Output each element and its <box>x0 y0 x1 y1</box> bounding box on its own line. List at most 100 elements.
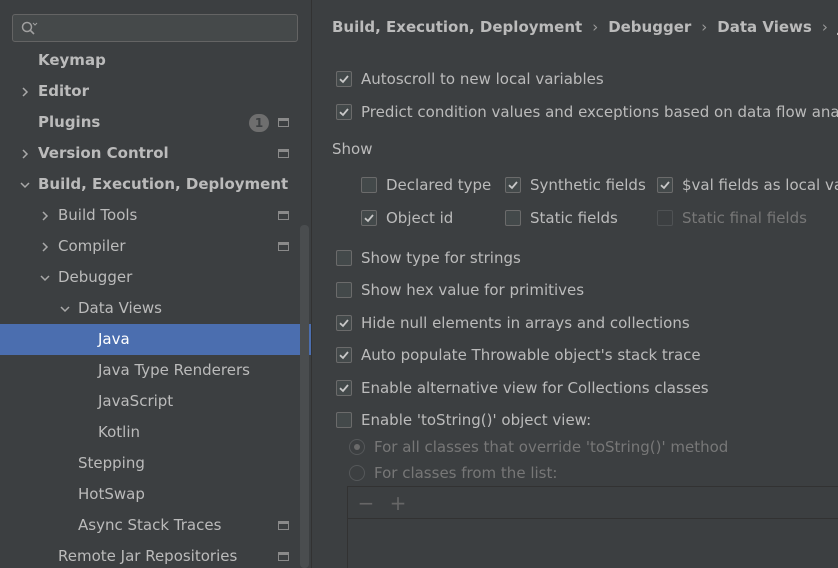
sidebar-item-async-stack-traces[interactable]: Async Stack Traces <box>0 510 311 541</box>
predict-condition-checkbox[interactable]: Predict condition values and exceptions … <box>336 103 838 121</box>
search-field[interactable] <box>12 14 298 42</box>
checkbox-box <box>336 104 352 120</box>
show-hex-value-for-primitives-checkbox[interactable]: Show hex value for primitives <box>336 281 584 299</box>
synthetic-fields-checkbox[interactable]: Synthetic fields <box>505 176 646 194</box>
sidebar-item-java[interactable]: Java <box>0 324 311 355</box>
checkbox-label: Predict condition values and exceptions … <box>361 103 838 121</box>
show-section-title: Show <box>332 140 373 158</box>
checkbox-box <box>336 315 352 331</box>
checkbox-box <box>336 412 352 428</box>
sidebar-item-debugger[interactable]: Debugger <box>0 262 311 293</box>
checkbox-label: Static final fields <box>682 209 807 227</box>
checkbox-label: $val fields as local variables <box>682 176 838 194</box>
chevron-right-icon[interactable] <box>38 200 52 231</box>
chevron-down-icon[interactable] <box>18 169 32 200</box>
show-type-for-strings-checkbox[interactable]: Show type for strings <box>336 249 521 267</box>
search-icon <box>21 21 38 35</box>
chevron-right-icon[interactable] <box>18 138 32 169</box>
checkbox-label: Synthetic fields <box>530 176 646 194</box>
sidebar-item-hotswap[interactable]: HotSwap <box>0 479 311 510</box>
checkbox-label: Auto populate Throwable object's stack t… <box>361 346 701 364</box>
sidebar-item-label: Java <box>98 330 130 348</box>
remove-icon[interactable]: − <box>356 493 376 513</box>
sidebar-item-label: Version Control <box>38 144 169 162</box>
sidebar-item-javascript[interactable]: JavaScript <box>0 386 311 417</box>
sidebar-item-build-execution-deployment[interactable]: Build, Execution, Deployment <box>0 169 311 200</box>
project-settings-icon <box>278 521 289 530</box>
sidebar-item-label: Stepping <box>78 454 145 472</box>
settings-content: Build, Execution, Deployment › Debugger › Da… <box>312 0 838 568</box>
class-list-panel[interactable]: − + <box>347 486 838 568</box>
sidebar-item-label: Editor <box>38 82 89 100</box>
sidebar-item-data-views[interactable]: Data Views <box>0 293 311 324</box>
checkbox-box <box>657 210 673 226</box>
sidebar-item-keymap[interactable]: Keymap <box>0 45 311 76</box>
chevron-right-icon: › <box>821 18 828 36</box>
checkbox-label: Declared type <box>386 176 492 194</box>
chevron-right-icon[interactable] <box>18 76 32 107</box>
checkbox-box <box>336 250 352 266</box>
checkbox-box <box>505 177 521 193</box>
autoscroll-checkbox[interactable]: Autoscroll to new local variables <box>336 70 604 88</box>
sidebar-item-remote-jar-repositories[interactable]: Remote Jar Repositories <box>0 541 311 568</box>
checkbox-label: Autoscroll to new local variables <box>361 70 604 88</box>
val-fields-as-local-variables-checkbox[interactable]: $val fields as local variables <box>657 176 838 194</box>
search-input[interactable] <box>43 18 287 40</box>
project-settings-icon <box>278 118 289 127</box>
radio-label: For classes from the list: <box>374 464 558 482</box>
sidebar-item-label: Build, Execution, Deployment <box>38 175 289 193</box>
sidebar-scrollbar[interactable] <box>300 225 309 568</box>
breadcrumb-item: Build, Execution, Deployment <box>332 18 583 36</box>
sidebar-item-java-type-renderers[interactable]: Java Type Renderers <box>0 355 311 386</box>
breadcrumb-item: Data Views <box>717 18 812 36</box>
sidebar-item-plugins[interactable]: Plugins 1 <box>0 107 311 138</box>
checkbox-label: Object id <box>386 209 454 227</box>
enable-tostring-object-view-checkbox[interactable]: Enable 'toString()' object view: <box>336 411 591 429</box>
sidebar-item-label: Kotlin <box>98 423 140 441</box>
declared-type-checkbox[interactable]: Declared type <box>361 176 491 194</box>
hide-null-elements-in-arrays-and-collections-checkbox[interactable]: Hide null elements in arrays and collect… <box>336 314 690 332</box>
enable-alternative-view-for-collections-classes-checkbox[interactable]: Enable alternative view for Collections … <box>336 379 709 397</box>
sidebar-item-stepping[interactable]: Stepping <box>0 448 311 479</box>
static-fields-checkbox[interactable]: Static fields <box>505 209 618 227</box>
project-settings-icon <box>278 149 289 158</box>
chevron-right-icon: › <box>701 18 708 36</box>
checkbox-box <box>361 177 377 193</box>
sidebar-item-editor[interactable]: Editor <box>0 76 311 107</box>
sidebar-item-version-control[interactable]: Version Control <box>0 138 311 169</box>
sidebar-item-label: Data Views <box>78 299 162 317</box>
checkbox-label: Show hex value for primitives <box>361 281 585 299</box>
project-settings-icon <box>278 552 289 561</box>
chevron-down-icon[interactable] <box>58 293 72 324</box>
settings-sidebar: Keymap Editor Plugins 1 Version Control Build… <box>0 0 312 568</box>
auto-populate-throwable-object-s-stack-trace-checkbox[interactable]: Auto populate Throwable object's stack t… <box>336 346 701 364</box>
sidebar-item-build-tools[interactable]: Build Tools <box>0 200 311 231</box>
chevron-right-icon: › <box>592 18 599 36</box>
chevron-down-icon[interactable] <box>38 262 52 293</box>
project-settings-icon <box>278 211 289 220</box>
checkbox-label: Enable alternative view for Collections … <box>361 379 709 397</box>
sidebar-item-label: Compiler <box>58 237 126 255</box>
breadcrumb-item: Debugger <box>608 18 692 36</box>
all-classes-radio: For all classes that override 'toString(… <box>349 438 728 456</box>
sidebar-item-compiler[interactable]: Compiler <box>0 231 311 262</box>
add-icon[interactable]: + <box>388 493 408 513</box>
sidebar-item-label: Async Stack Traces <box>78 516 222 534</box>
chevron-right-icon[interactable] <box>38 231 52 262</box>
sidebar-item-label: Build Tools <box>58 206 138 224</box>
radio-circle <box>349 439 365 455</box>
sidebar-item-kotlin[interactable]: Kotlin <box>0 417 311 448</box>
project-settings-icon <box>278 242 289 251</box>
classes-from-list-radio: For classes from the list: <box>349 464 557 482</box>
radio-circle <box>349 465 365 481</box>
sidebar-item-label: JavaScript <box>98 392 174 410</box>
checkbox-label: Show type for strings <box>361 249 521 267</box>
sidebar-item-label: Plugins <box>38 113 101 131</box>
checkbox-box <box>361 210 377 226</box>
sidebar-item-label: Remote Jar Repositories <box>58 547 238 565</box>
class-list-toolbar: − + <box>348 487 838 519</box>
object-id-checkbox[interactable]: Object id <box>361 209 453 227</box>
checkbox-box <box>336 380 352 396</box>
checkbox-box <box>336 282 352 298</box>
radio-label: For all classes that override 'toString(… <box>374 438 729 456</box>
